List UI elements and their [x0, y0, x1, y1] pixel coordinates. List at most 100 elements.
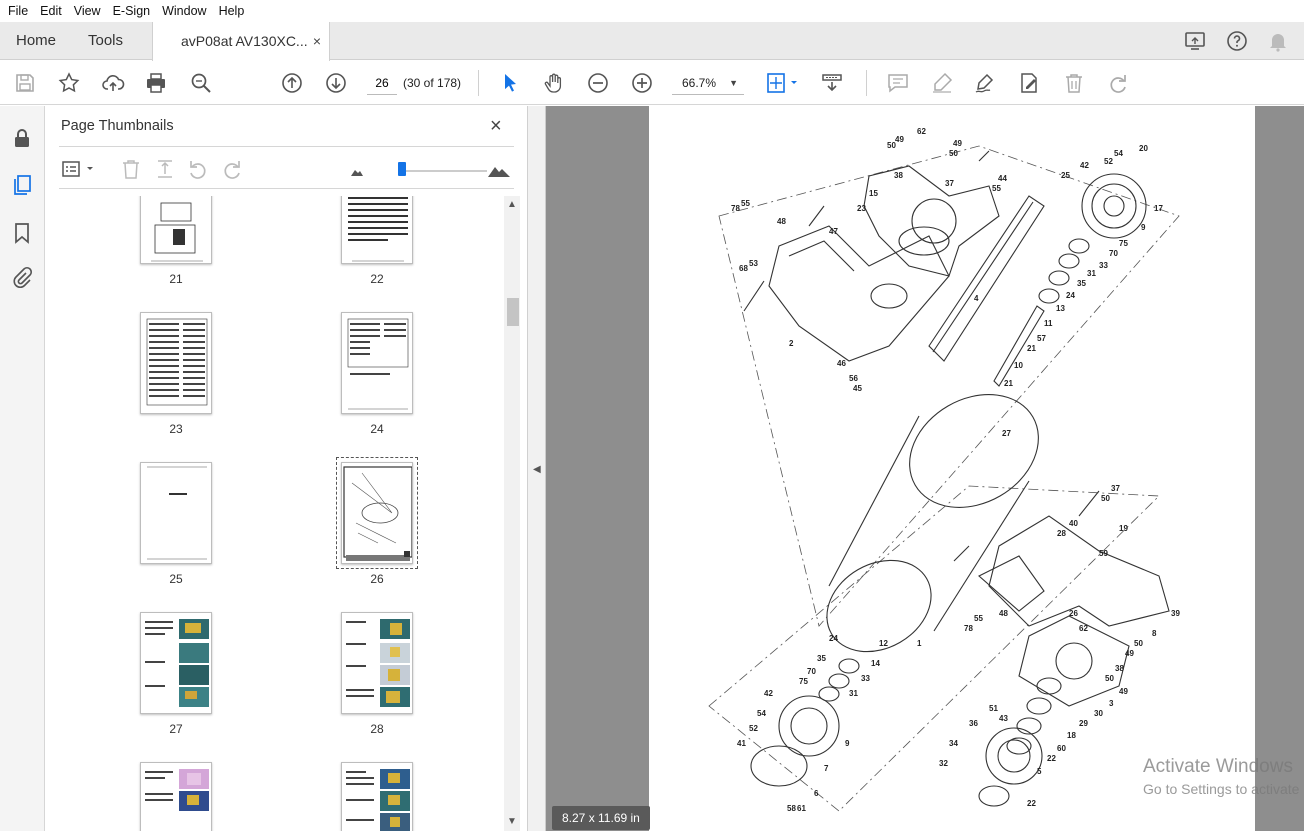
menu-esign[interactable]: E-Sign [107, 0, 157, 22]
redo-icon[interactable] [1106, 71, 1130, 95]
rotate-left-icon[interactable] [186, 157, 210, 181]
large-thumbnail-icon[interactable] [487, 157, 511, 181]
scroll-mode-icon[interactable] [820, 71, 844, 95]
collapse-panel-arrow-icon[interactable]: ◀ [533, 464, 541, 475]
svg-text:53: 53 [749, 259, 758, 268]
svg-text:19: 19 [1119, 524, 1128, 533]
svg-text:9: 9 [1141, 223, 1146, 232]
document-view[interactable]: 78 55 48 47 68 53 2 23 15 38 50 49 62 50 49 37 5… [546, 106, 1304, 831]
fit-page-icon[interactable] [765, 71, 801, 95]
thumbnail-size-slider[interactable] [399, 170, 487, 172]
zoom-in-icon[interactable] [630, 71, 654, 95]
scroll-up-arrow-icon[interactable]: ▲ [504, 196, 520, 214]
share-screen-icon[interactable] [1183, 29, 1207, 53]
thumbnail-options-menu-icon[interactable] [61, 157, 97, 181]
scrollbar-thumb[interactable] [507, 298, 519, 326]
thumbnail-size-slider-handle[interactable] [398, 162, 406, 176]
rotate-right-icon[interactable] [220, 157, 244, 181]
svg-text:7: 7 [824, 764, 829, 773]
menu-view[interactable]: View [68, 0, 107, 22]
thumbnail-page-27[interactable] [140, 612, 212, 714]
zoom-level-dropdown[interactable]: 66.7% ▼ [672, 71, 744, 95]
menu-file[interactable]: File [2, 0, 34, 22]
close-panel-icon[interactable]: × [490, 115, 502, 138]
search-zoom-icon[interactable] [189, 71, 213, 95]
zoom-out-icon[interactable] [586, 71, 610, 95]
svg-text:62: 62 [1079, 624, 1088, 633]
menu-window[interactable]: Window [156, 0, 212, 22]
thumbnail-page-21[interactable] [140, 196, 212, 264]
svg-text:24: 24 [829, 634, 838, 643]
page-size-indicator: 8.27 x 11.69 in [552, 806, 650, 830]
thumbnail-page-23[interactable] [140, 312, 212, 414]
thumbnail-scrollbar[interactable]: ▲ ▼ [504, 196, 520, 831]
svg-text:50: 50 [1134, 639, 1143, 648]
svg-text:8: 8 [1152, 629, 1157, 638]
thumbnail-label: 27 [169, 722, 183, 736]
scroll-down-arrow-icon[interactable]: ▼ [504, 813, 520, 831]
thumbnail-label: 28 [370, 722, 384, 736]
upload-cloud-icon[interactable] [101, 71, 125, 95]
svg-text:10: 10 [1014, 361, 1023, 370]
tab-home[interactable]: Home [16, 22, 56, 60]
extract-page-icon[interactable] [153, 157, 177, 181]
svg-text:25: 25 [1061, 171, 1070, 180]
thumbnail-list: 21 22 23 24 25 26 27 28 [59, 196, 505, 831]
close-tab-icon[interactable]: × [313, 22, 321, 60]
svg-text:40: 40 [1069, 519, 1078, 528]
chevron-down-icon: ▼ [729, 78, 738, 88]
activation-watermark-title: Activate Windows [1143, 756, 1293, 777]
delete-icon[interactable] [1062, 71, 1086, 95]
hand-tool-icon[interactable] [542, 71, 566, 95]
attachment-paperclip-icon[interactable] [10, 266, 34, 290]
svg-text:11: 11 [1044, 319, 1053, 328]
svg-text:52: 52 [749, 724, 758, 733]
thumbnail-page-25[interactable] [140, 462, 212, 564]
thumbnail-page-28[interactable] [341, 612, 413, 714]
zoom-level-value: 66.7% [682, 76, 717, 90]
bookmark-star-icon[interactable] [57, 71, 81, 95]
comment-icon[interactable] [886, 71, 910, 95]
svg-text:14: 14 [871, 659, 880, 668]
edit-pdf-icon[interactable] [1017, 71, 1041, 95]
small-thumbnail-icon[interactable] [345, 157, 369, 181]
notifications-bell-icon[interactable] [1266, 29, 1290, 53]
svg-text:52: 52 [1104, 157, 1113, 166]
lock-icon[interactable] [10, 126, 34, 150]
svg-text:28: 28 [1057, 529, 1066, 538]
bookmark-icon[interactable] [10, 221, 34, 245]
page-number-input[interactable] [367, 71, 397, 95]
svg-text:32: 32 [939, 759, 948, 768]
svg-text:22: 22 [1047, 754, 1056, 763]
thumbnail-page-29[interactable] [140, 762, 212, 831]
menu-edit[interactable]: Edit [34, 0, 68, 22]
page-thumbnails-icon[interactable] [10, 173, 34, 197]
select-cursor-icon[interactable] [498, 71, 522, 95]
svg-text:20: 20 [1139, 144, 1148, 153]
highlight-pen-icon[interactable] [930, 71, 954, 95]
draw-signature-icon[interactable] [973, 71, 997, 95]
svg-text:37: 37 [945, 179, 954, 188]
thumbnail-page-26[interactable] [336, 457, 418, 569]
svg-text:54: 54 [1114, 149, 1123, 158]
tab-bar: Home Tools avP08at AV130XC... × [0, 22, 1304, 61]
thumbnail-page-22[interactable] [341, 196, 413, 264]
tab-tools[interactable]: Tools [88, 22, 123, 60]
svg-text:75: 75 [1119, 239, 1128, 248]
tab-document[interactable]: avP08at AV130XC... × [152, 22, 330, 61]
next-page-icon[interactable] [324, 71, 348, 95]
svg-text:60: 60 [1057, 744, 1066, 753]
svg-text:48: 48 [777, 217, 786, 226]
thumbnail-page-30[interactable] [341, 762, 413, 831]
previous-page-icon[interactable] [280, 71, 304, 95]
svg-text:33: 33 [1099, 261, 1108, 270]
svg-text:37: 37 [1111, 484, 1120, 493]
delete-page-icon[interactable] [119, 157, 143, 181]
save-icon[interactable] [13, 71, 37, 95]
help-icon[interactable] [1225, 29, 1249, 53]
menu-help[interactable]: Help [213, 0, 251, 22]
panel-collapse-strip[interactable]: ◀ [528, 106, 546, 831]
print-icon[interactable] [144, 71, 168, 95]
thumbnail-page-24[interactable] [341, 312, 413, 414]
svg-text:78: 78 [731, 204, 740, 213]
